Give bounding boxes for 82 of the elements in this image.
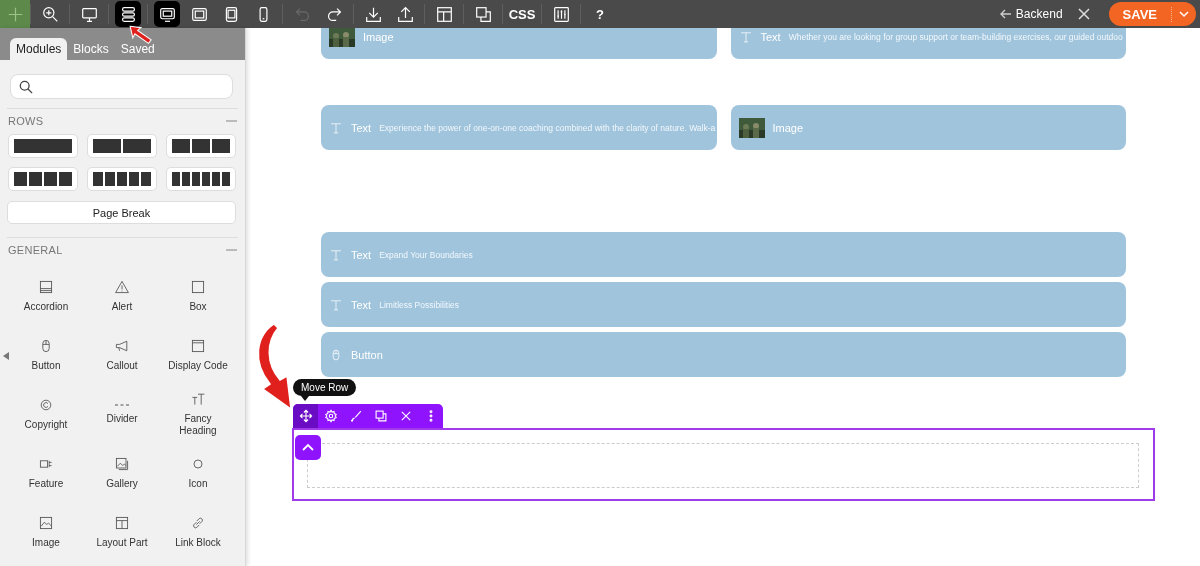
duplicate-icon (373, 409, 388, 423)
module-label: Image (363, 30, 394, 43)
module-item[interactable]: Feature (8, 447, 84, 506)
arrow-left-icon (999, 8, 1012, 20)
content-preview: Expand Your Boundaries (379, 249, 473, 260)
module-item[interactable]: Image (8, 506, 84, 565)
module-item[interactable]: Accordion (8, 270, 84, 329)
list-icon (119, 5, 137, 23)
module-label: Text (760, 30, 781, 43)
window-icon (190, 337, 206, 354)
duplicate-icon (474, 5, 492, 23)
module-item[interactable]: Display Code (160, 329, 236, 388)
collapse-handle-icon[interactable] (3, 352, 9, 360)
module-item[interactable]: Button (8, 329, 84, 388)
undo-icon (293, 5, 311, 23)
download-icon (364, 5, 382, 23)
desktop-icon (80, 5, 98, 23)
zoom-icon (41, 5, 59, 23)
search-icon (19, 79, 33, 94)
module-label: Button (351, 348, 383, 361)
collapse-button[interactable] (295, 435, 321, 460)
tooltip: Move Row (293, 379, 357, 396)
close-icon[interactable] (1076, 7, 1091, 21)
sliders-icon (552, 5, 570, 23)
module-label: Text (351, 298, 372, 311)
toolbar-button[interactable]: CSS (509, 1, 535, 27)
module-item[interactable]: Divider (84, 388, 160, 447)
module-item[interactable]: Link Block (160, 506, 236, 565)
sidebar-tab[interactable]: Modules (10, 38, 68, 60)
dashed-line-icon (114, 402, 130, 407)
module-label: Text (351, 121, 372, 134)
link-icon (190, 514, 206, 531)
row-layout-option[interactable] (87, 167, 157, 191)
module-item[interactable]: Copyright (8, 388, 84, 447)
search-field[interactable] (10, 74, 233, 99)
square-icon (190, 278, 206, 295)
module-label: Image (772, 121, 804, 134)
page-break-button[interactable]: Page Break (7, 201, 236, 224)
backend-link[interactable]: Backend (999, 7, 1063, 21)
section-title: ROWS (8, 115, 44, 127)
brush-icon (348, 409, 363, 423)
section-title: GENERAL (8, 244, 63, 256)
annotation-arrow (128, 25, 154, 44)
module-item[interactable]: Box (160, 270, 236, 329)
layout-icon (435, 5, 453, 23)
module-item[interactable]: Icon (160, 447, 236, 506)
content-preview: Experience the power of one-on-one coaching combined with the clarity of nature. Walk-a (379, 122, 716, 133)
module-item[interactable]: Fancy Heading (160, 388, 236, 447)
upload-icon (396, 5, 414, 23)
toolbar-button[interactable]: ? (587, 1, 613, 27)
image-icon (38, 514, 54, 531)
text-icon (738, 29, 753, 44)
row-layout-option[interactable] (8, 167, 78, 191)
gallery-icon (114, 455, 130, 472)
accordion-icon (38, 278, 54, 295)
row-layout-option[interactable] (87, 134, 157, 158)
module-item[interactable]: Callout (84, 329, 160, 388)
monitor-icon (158, 5, 176, 23)
row-layout-option[interactable] (8, 134, 78, 158)
module-label: Text (351, 248, 372, 261)
module-item[interactable]: Layout Part (84, 506, 160, 565)
plus-icon (6, 5, 24, 23)
text-icon (329, 120, 343, 135)
settings-icon (323, 409, 338, 423)
layout-icon (114, 514, 130, 531)
move-icon (298, 409, 313, 423)
module-item[interactable]: Gallery (84, 447, 160, 506)
content-preview: Limitless Possibilities (379, 299, 460, 310)
monitor-button[interactable] (154, 1, 180, 27)
list-button[interactable] (115, 1, 141, 27)
warning-icon (114, 278, 130, 295)
redo-icon (325, 5, 343, 23)
selected-row[interactable] (292, 428, 1155, 501)
row-layout-option[interactable] (166, 167, 236, 191)
row-action-button[interactable] (293, 404, 318, 428)
tablet-landscape-icon (190, 5, 208, 23)
content-preview: Whether you are looking for group support or team-building exercises, our guided outdoo (788, 31, 1123, 42)
module-item[interactable]: Alert (84, 270, 160, 329)
text-icon (329, 247, 343, 262)
text-icon (329, 297, 343, 312)
caret-icon (1178, 8, 1190, 20)
row-layout-option[interactable] (166, 134, 236, 158)
